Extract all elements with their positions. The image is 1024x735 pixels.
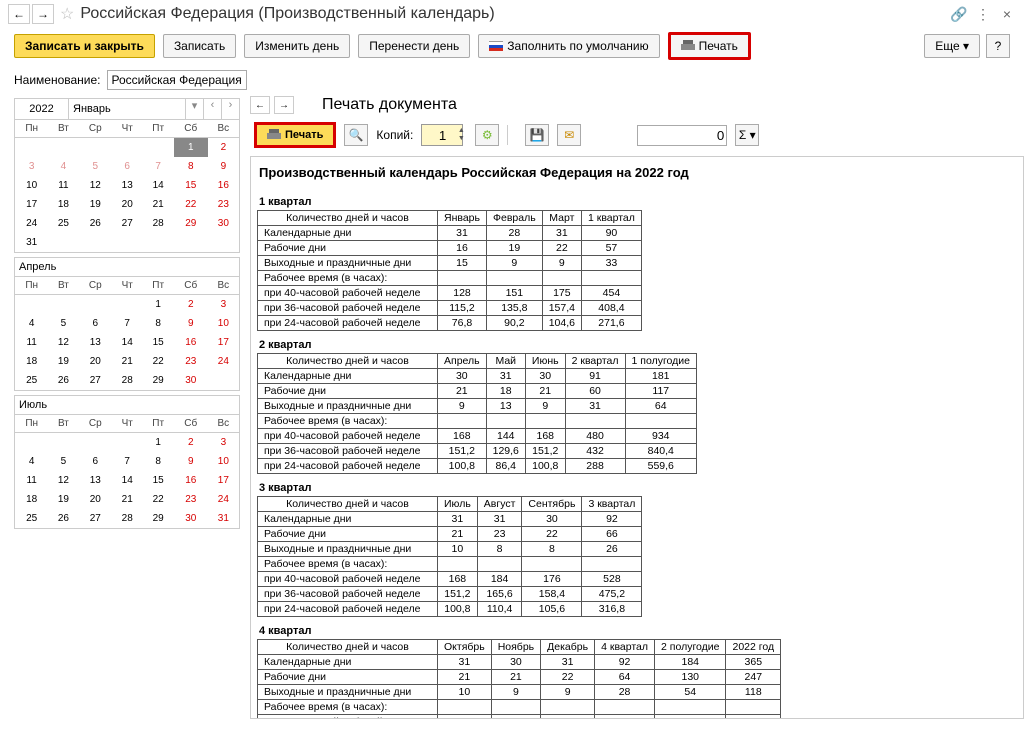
more-vertical-icon[interactable]: ⋮ <box>974 5 992 23</box>
name-label: Наименование: <box>14 73 101 87</box>
doc-title: Печать документа <box>322 96 457 114</box>
change-day-button[interactable]: Изменить день <box>244 34 350 58</box>
table-q3: Количество дней и часовИюльАвгустСентябр… <box>257 496 642 617</box>
calendar-april: ПнВтСрЧтПтСбВс 123 45678910 111213141516… <box>14 277 240 391</box>
month-cell[interactable]: Январь <box>69 99 185 119</box>
move-day-button[interactable]: Перенести день <box>358 34 470 58</box>
forward-button[interactable]: → <box>32 4 54 24</box>
table-q2: Количество дней и часовАпрельМайИюнь2 кв… <box>257 353 697 474</box>
close-icon[interactable]: × <box>998 5 1016 23</box>
print-doc-label: Печать <box>285 129 323 141</box>
back-button[interactable]: ← <box>8 4 30 24</box>
print-doc-button[interactable]: Печать <box>254 122 336 148</box>
sum-value[interactable] <box>637 125 727 146</box>
table-q1: Количество дней и часовЯнварьФевральМарт… <box>257 210 642 331</box>
printer-icon <box>681 40 695 52</box>
q1-title: 1 квартал <box>259 196 1021 208</box>
sum-button[interactable]: Σ ▾ <box>735 124 759 146</box>
help-button[interactable]: ? <box>986 34 1010 58</box>
month-next-button[interactable]: › <box>221 99 239 119</box>
month-header-july: Июль <box>14 395 240 415</box>
save-doc-button[interactable]: 💾 <box>525 124 549 146</box>
doc-heading: Производственный календарь Российская Фе… <box>253 157 1021 188</box>
print-button[interactable]: Печать <box>668 32 751 60</box>
year-down-button[interactable]: ▾ <box>185 99 203 119</box>
settings-button[interactable]: ⚙ <box>475 124 499 146</box>
calendar-july: ПнВтСрЧтПтСбВс 123 45678910 111213141516… <box>14 415 240 529</box>
name-input[interactable] <box>107 70 247 90</box>
q2-title: 2 квартал <box>259 339 1021 351</box>
fill-default-label: Заполнить по умолчанию <box>507 39 648 53</box>
q4-title: 4 квартал <box>259 625 1021 637</box>
preview-button[interactable]: 🔍 <box>344 124 368 146</box>
fill-default-button[interactable]: Заполнить по умолчанию <box>478 34 659 58</box>
printer-icon-2 <box>267 129 281 141</box>
save-button[interactable]: Записать <box>163 34 236 58</box>
sub-back-button[interactable]: ← <box>250 96 270 114</box>
sub-forward-button[interactable]: → <box>274 96 294 114</box>
more-button[interactable]: Еще ▾ <box>924 34 980 58</box>
document-content: Производственный календарь Российская Фе… <box>250 156 1024 719</box>
print-label: Печать <box>699 39 738 53</box>
send-mail-button[interactable]: ✉ <box>557 124 581 146</box>
flag-ru-icon <box>489 41 503 51</box>
calendar-january: ПнВтСрЧтПтСбВс 12 3456789 10111213141516… <box>14 120 240 253</box>
month-prev-button[interactable]: ‹ <box>203 99 221 119</box>
month-header-april: Апрель <box>14 257 240 277</box>
q3-title: 3 квартал <box>259 482 1021 494</box>
copies-down[interactable]: ▼ <box>455 135 467 143</box>
link-icon[interactable]: 🔗 <box>950 5 968 23</box>
table-q4: Количество дней и часовОктябрьНоябрьДека… <box>257 639 781 719</box>
copies-label: Копий: <box>376 128 413 142</box>
page-title: Российская Федерация (Производственный к… <box>80 5 950 23</box>
year-cell[interactable]: 2022 <box>15 99 69 119</box>
favorite-star-icon[interactable]: ☆ <box>60 4 74 24</box>
copies-up[interactable]: ▲ <box>455 127 467 135</box>
save-close-button[interactable]: Записать и закрыть <box>14 34 155 58</box>
